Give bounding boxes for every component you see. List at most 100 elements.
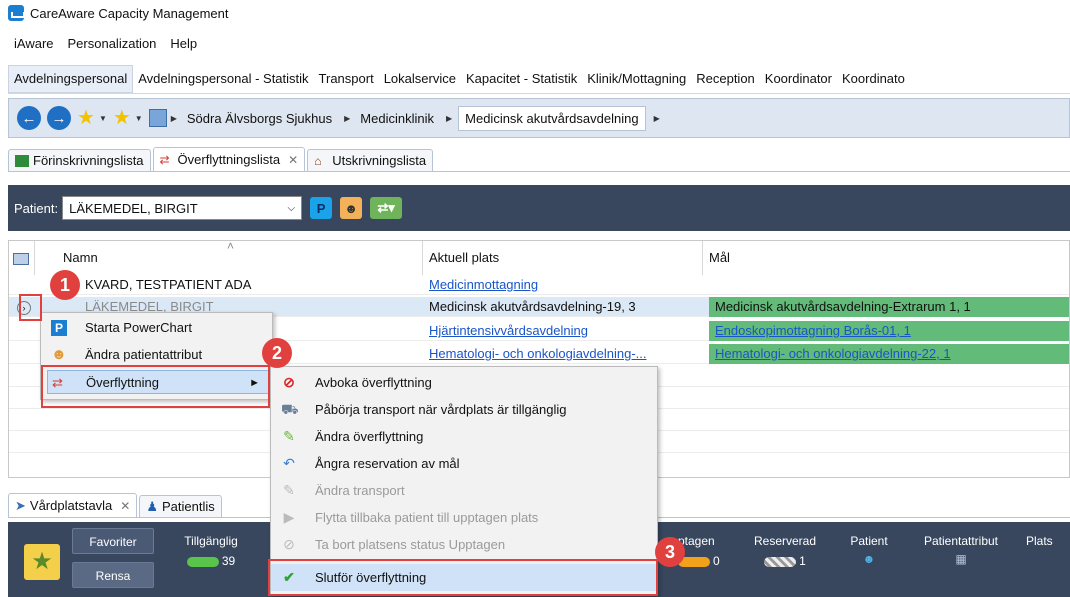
menu-help[interactable]: Help [170,36,197,56]
cell-current-location[interactable]: Medicinmottagning [423,275,703,295]
ambulance-icon: ⛟ [281,401,299,417]
app-title: CareAware Capacity Management [30,5,229,21]
pencil-icon: ✎ [283,428,295,444]
plats-filter[interactable]: Plats [1026,534,1070,548]
perspective-lokalservice[interactable]: Lokalservice [379,65,461,93]
tab-forinskrivningslista[interactable]: Förinskrivningslista [8,149,151,171]
patient-filter[interactable]: Patient ☻ [834,534,904,566]
breadcrumb-separator-icon[interactable]: ▶ [654,114,660,123]
cell-target[interactable]: Endoskopimottagning Borås-01, 1 [709,321,1069,341]
tab-utskrivningslista[interactable]: ⌂ Utskrivningslista [307,149,434,171]
perspective-klinik-mottagning[interactable]: Klinik/Mottagning [582,65,691,93]
dropdown-triangle-icon[interactable]: ▼ [135,114,143,123]
patient-icon: ☻ [862,552,876,566]
tab-label: Överflyttningslista [177,152,281,167]
tab-vardplatstavla[interactable]: ➤ Vårdplatstavla ✕ [8,493,138,517]
tab-label: Förinskrivningslista [33,153,144,168]
close-icon[interactable]: ✕ [120,499,130,513]
breadcrumb-hospital[interactable]: Södra Älvsborgs Sjukhus [183,111,336,126]
perspective-avdelningspersonal[interactable]: Avdelningspersonal [8,64,134,93]
menu-item-avboka-overflyttning[interactable]: ⊘ Avboka överflyttning [271,369,657,396]
annotation-box-3 [268,559,658,596]
menu-iaware[interactable]: iAware [14,36,54,56]
favoriter-button[interactable]: Favoriter [72,528,154,554]
breadcrumb-separator-icon: ▶ [445,113,453,123]
transfer-menu-button[interactable]: ⇄▾ [370,197,403,219]
perspective-koordinator[interactable]: Koordinator [760,65,837,93]
cell-current-location[interactable]: Hjärtintensivvårdsavdelning [423,321,703,341]
undo-icon: ↶ [283,455,295,471]
available-pill-icon [186,556,219,567]
building-icon[interactable] [148,109,167,127]
perspective-koordinator-2[interactable]: Koordinato [837,65,910,93]
column-chooser-icon[interactable] [9,241,35,275]
perspective-kapacitet-statistik[interactable]: Kapacitet - Statistik [461,65,582,93]
cell-target: Medicinsk akutvårdsavdelning-Extrarum 1,… [709,297,1069,317]
navigation-bar: ← → ★ ▼ ★ ▼ ▶ Södra Älvsborgs Sjukhus ▶ Med… [8,98,1070,138]
back-button[interactable]: ← [17,106,41,130]
breadcrumb-ward[interactable]: Medicinsk akutvårdsavdelning [458,105,646,131]
title-bar: CareAware Capacity Management [0,0,1070,26]
breadcrumb-separator-icon: ▶ [170,113,177,123]
menu-personalization[interactable]: Personalization [68,36,157,56]
column-header-label: Namn [63,250,98,265]
column-header-name[interactable]: Namn ˄ [35,239,423,275]
column-header-current-location[interactable]: Aktuell plats [423,241,703,275]
perspective-bar: Avdelningspersonal Avdelningspersonal - … [8,64,1070,94]
favorite-star-icon[interactable]: ★ [24,544,60,580]
arrow-icon: ▶ [283,509,295,525]
perspective-transport[interactable]: Transport [314,65,379,93]
breadcrumb-clinic[interactable]: Medicinklinik [356,111,438,126]
patientattribut-filter[interactable]: Patientattribut ▦ [906,534,1016,566]
dropdown-triangle-icon[interactable]: ▼ [99,114,107,123]
breadcrumb-separator-icon: ▶ [344,113,351,123]
tab-label: Vårdplatstavla [29,498,113,513]
cell-current-location[interactable]: Hematologi- och onkologiavdelning-... [423,344,703,364]
favorites-star-icon[interactable]: ★ [77,106,95,130]
powerchart-button[interactable]: P [310,197,333,219]
patient-attribute-icon[interactable]: ☻ [340,197,363,219]
reserverad-filter[interactable]: Reserverad 1 [740,534,830,568]
cancel-icon: ⊘ [283,536,295,552]
patient-select[interactable]: LÄKEMEDEL, BIRGIT ⌵ [62,196,303,220]
annotation-badge-3: 3 [655,537,685,567]
cell-target[interactable]: Hematologi- och onkologiavdelning-22, 1 [709,344,1069,364]
menu-item-starta-powerchart[interactable]: P Starta PowerChart [41,316,272,340]
person-icon: ♟ [146,498,159,514]
pencil-icon: ✎ [283,482,295,498]
menu-item-paborja-transport[interactable]: ⛟ Påbörja transport när vårdplats är til… [271,396,657,423]
tab-patientlista[interactable]: ♟ Patientlis [139,495,222,517]
close-icon[interactable]: ✕ [288,153,298,167]
transfer-arrows-icon: ⇄ [159,152,170,167]
rensa-button[interactable]: Rensa [72,562,154,588]
patient-label: Patient: [14,200,59,216]
menu-bar: iAware Personalization Help [0,36,197,56]
tab-label: Utskrivningslista [332,153,427,168]
add-favorite-star-icon[interactable]: ★ [113,106,131,130]
annotation-box-1 [19,294,42,321]
column-header-target[interactable]: Mål [703,241,1069,275]
tillganglig-filter[interactable]: Tillgänglig 39 [166,534,256,568]
house-icon: ⌂ [314,153,322,168]
sort-ascending-icon: ˄ [227,239,235,253]
table-row[interactable]: KVARD, TESTPATIENT ADA Medicinmottagning [9,275,1069,295]
patient-attribute-icon: ☻ [51,346,67,363]
perspective-avdelningspersonal-statistik[interactable]: Avdelningspersonal - Statistik [133,65,313,93]
menu-item-angra-reservation[interactable]: ↶ Ångra reservation av mål [271,450,657,477]
clipboard-icon [15,154,29,167]
menu-item-andra-patientattribut[interactable]: ☻ Ändra patientattribut [41,343,272,367]
perspective-reception[interactable]: Reception [691,65,760,93]
patient-bar: Patient: LÄKEMEDEL, BIRGIT ⌵ P ☻ ⇄▾ [8,185,1070,231]
tab-label: Patientlis [162,499,215,514]
cell-current-location: Medicinsk akutvårdsavdelning-19, 3 [429,299,636,314]
menu-item-flytta-tillbaka: ▶ Flytta tillbaka patient till upptagen … [271,504,657,531]
menu-item-andra-overflyttning[interactable]: ✎ Ändra överflyttning [271,423,657,450]
attribute-list-icon: ▦ [955,552,967,566]
forward-button[interactable]: → [47,106,71,130]
app-logo-icon [8,5,25,21]
tab-overflyttningslista[interactable]: ⇄ Överflyttningslista ✕ [152,147,306,171]
cancel-icon: ⊘ [283,374,295,390]
reserved-pill-icon [764,556,797,567]
list-tabs: Förinskrivningslista ⇄ Överflyttningslis… [8,147,1070,172]
menu-item-ta-bort-status: ⊘ Ta bort platsens status Upptagen [271,531,657,558]
